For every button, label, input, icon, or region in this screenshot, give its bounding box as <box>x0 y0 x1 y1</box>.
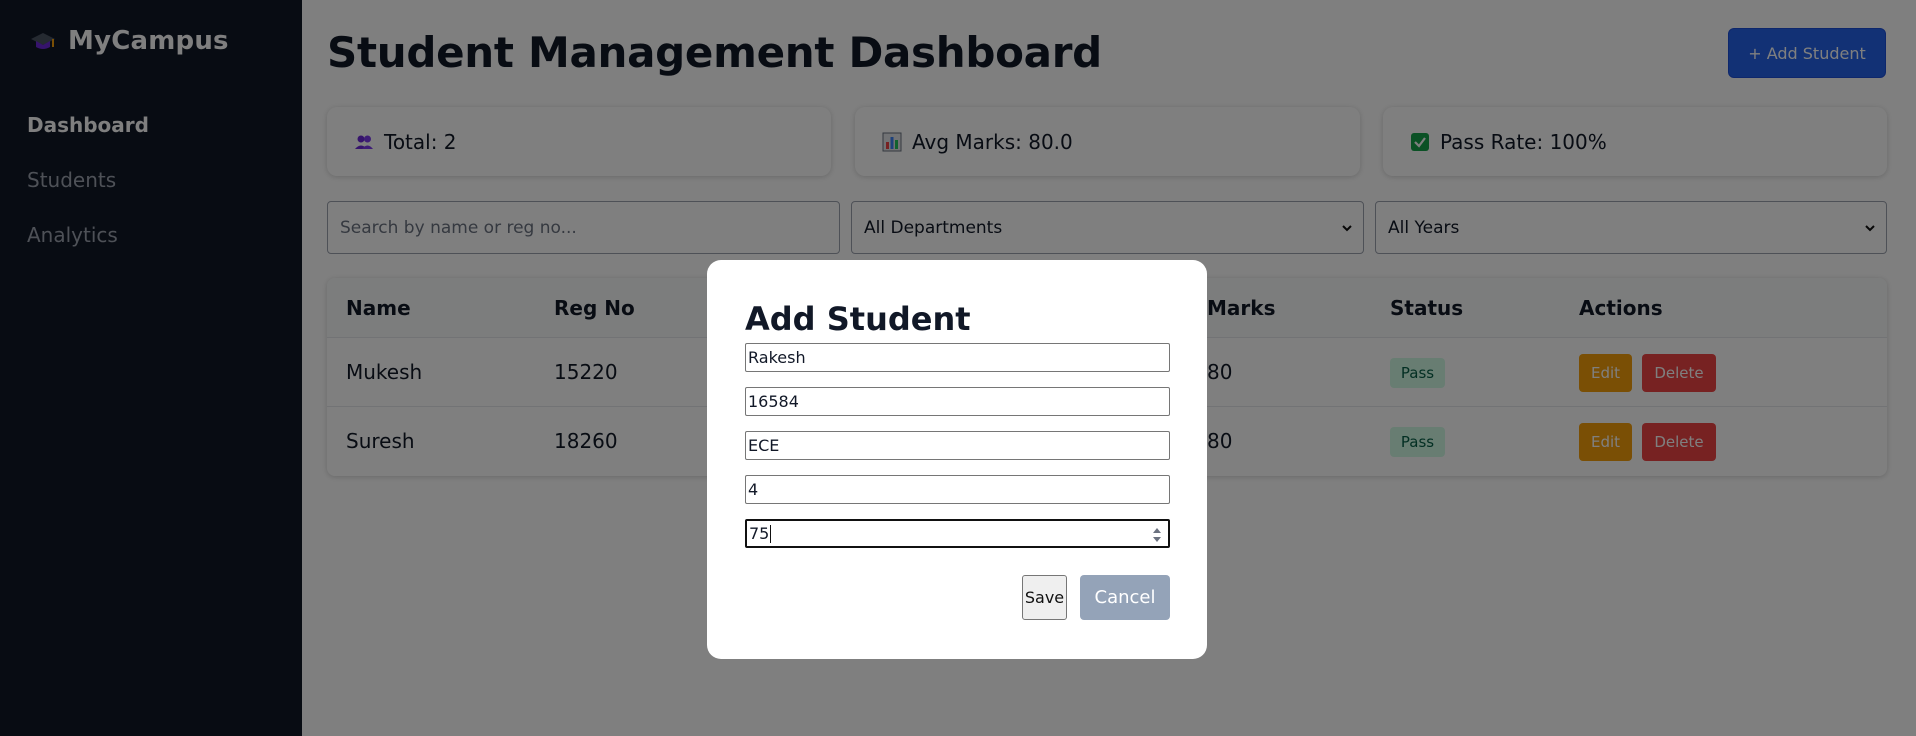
marks-field[interactable]: 75 <box>745 519 1170 548</box>
reg-no-field-value: 16584 <box>748 392 799 411</box>
save-button[interactable]: Save <box>1022 575 1067 620</box>
year-field[interactable]: 4 <box>745 475 1170 504</box>
reg-no-field[interactable]: 16584 <box>745 387 1170 416</box>
department-field-value: ECE <box>748 436 780 455</box>
text-cursor <box>770 524 772 543</box>
department-field[interactable]: ECE <box>745 431 1170 460</box>
number-stepper-icon[interactable] <box>1152 525 1162 545</box>
marks-field-value: 75 <box>749 524 770 543</box>
year-field-value: 4 <box>748 480 759 499</box>
cancel-button[interactable]: Cancel <box>1080 575 1170 620</box>
name-field[interactable]: Rakesh <box>745 343 1170 372</box>
modal-title: Add Student <box>745 300 971 338</box>
name-field-value: Rakesh <box>748 348 806 367</box>
add-student-modal: Add Student Rakesh 16584 ECE 4 75 Save C… <box>707 260 1207 659</box>
